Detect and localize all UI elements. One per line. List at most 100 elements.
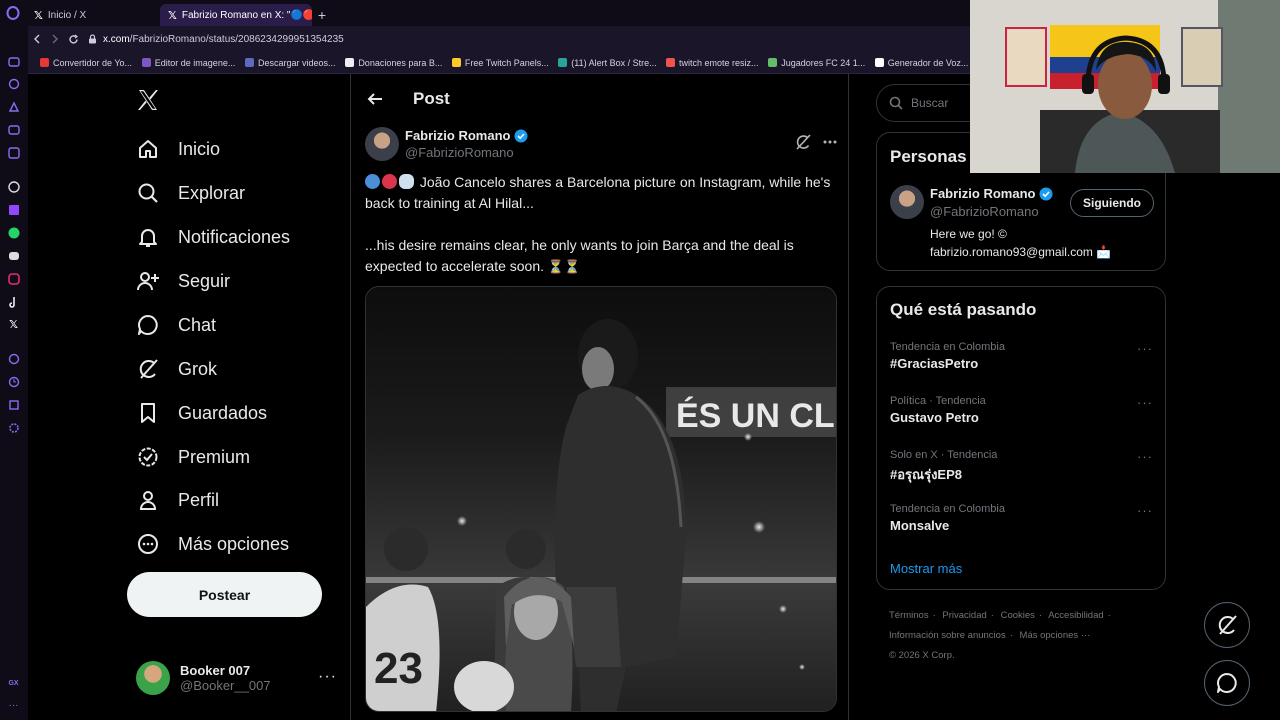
footer-link[interactable]: Cookies [1001, 610, 1035, 621]
red-circle-emoji-icon [382, 174, 397, 189]
nav-label: Más opciones [178, 533, 290, 554]
nav-item-notificaciones[interactable]: Notificaciones [136, 222, 290, 252]
x-logo-icon[interactable] [136, 88, 162, 114]
nav-item-grok[interactable]: Grok [136, 354, 217, 384]
footer-link[interactable]: Información sobre anuncios [889, 630, 1006, 641]
grok-floating-button[interactable] [1204, 602, 1250, 648]
post-header: Post [351, 74, 850, 124]
more-dots-icon[interactable]: ··· [1137, 503, 1153, 518]
post-author: Fabrizio Romano @FabrizioRomano [365, 124, 837, 164]
sidebar-x-icon[interactable]: 𝕏 [6, 317, 21, 332]
sidebar-history-icon[interactable] [6, 374, 21, 389]
bookmark-label: Donaciones para B... [358, 57, 443, 68]
sidebar-instagram-icon[interactable] [6, 271, 21, 286]
nav-item-seguir[interactable]: Seguir [136, 266, 230, 296]
bookmark-item[interactable]: Free Twitch Panels... [446, 58, 550, 68]
post-button[interactable]: Postear [127, 572, 322, 617]
opera-logo-icon[interactable] [0, 0, 26, 26]
sidebar-gx-icon[interactable]: GX [6, 676, 21, 691]
sidebar-whatsapp-icon[interactable] [6, 225, 21, 240]
bookmark-item[interactable]: Generador de Voz... [869, 58, 970, 68]
more-circle-icon [136, 532, 160, 556]
avatar[interactable] [890, 185, 924, 219]
nav-item-inicio[interactable]: Inicio [136, 134, 220, 164]
sidebar-tiktok-icon[interactable] [6, 294, 21, 309]
trend-item[interactable]: Tendencia en Colombia #GraciasPetro ··· [890, 341, 1155, 371]
suggested-bio: Here we go! © fabrizio.romano93@gmail.co… [930, 227, 1112, 259]
sidebar-wallet-icon[interactable] [6, 54, 21, 69]
forward-button[interactable] [46, 26, 64, 52]
more-dots-icon[interactable]: ··· [1137, 449, 1153, 464]
nav-item-guardados[interactable]: Guardados [136, 398, 267, 428]
url-host: x.com [103, 33, 130, 45]
trend-item[interactable]: Tendencia en Colombia Monsalve ··· [890, 503, 1155, 533]
bookmark-item[interactable]: Descargar videos... [239, 58, 337, 68]
trends-card: Qué está pasando Tendencia en Colombia #… [876, 286, 1166, 590]
account-handle: @Booker__007 [180, 678, 271, 693]
card-title: Personas r [890, 147, 978, 166]
bookmark-favicon-icon [666, 58, 676, 67]
following-button[interactable]: Siguiendo [1070, 189, 1154, 217]
nav-item-chat[interactable]: Chat [136, 310, 216, 340]
nav-label: Chat [178, 314, 217, 335]
nav-item-mas-opciones[interactable]: Más opciones [136, 529, 289, 559]
back-button[interactable] [28, 26, 46, 52]
x-favicon-icon: 𝕏 [34, 9, 43, 22]
bookmark-label: Editor de imagene... [154, 57, 236, 68]
chat-icon [136, 313, 160, 337]
bookmark-label: Convertidor de Yo... [53, 57, 133, 68]
address-bar: x.com/FabrizioRomano/status/208623429995… [28, 26, 970, 52]
nav-item-premium[interactable]: Premium [136, 442, 250, 472]
author-name-row[interactable]: Fabrizio Romano [405, 127, 528, 144]
url-field[interactable]: x.com/FabrizioRomano/status/208623429995… [88, 34, 344, 45]
reload-button[interactable] [64, 26, 82, 52]
bookmark-label: Generador de Voz... [887, 57, 969, 68]
sidebar-messenger-icon[interactable] [6, 145, 21, 160]
bookmark-item[interactable]: (11) Alert Box / Stre... [552, 58, 658, 68]
sidebar-chatgpt-icon[interactable] [6, 179, 21, 194]
nav-label: Premium [178, 446, 251, 467]
grok-icon[interactable] [795, 134, 811, 150]
bookmark-item[interactable]: Editor de imagene... [136, 58, 237, 68]
footer-link[interactable]: Términos [889, 610, 929, 621]
bookmark-item[interactable]: Donaciones para B... [339, 58, 444, 68]
sidebar-crypto-icon[interactable] [6, 99, 21, 114]
sidebar-extensions-icon[interactable] [6, 397, 21, 412]
back-arrow-icon[interactable] [363, 87, 387, 111]
bookmark-item[interactable]: Convertidor de Yo... [34, 58, 134, 68]
bookmark-item[interactable]: Jugadores FC 24 1... [762, 58, 867, 68]
sidebar-player-icon[interactable] [6, 122, 21, 137]
tab-inicio[interactable]: 𝕏 Inicio / X [26, 4, 156, 26]
trend-item[interactable]: Solo en X · Tendencia #อรุณรุ่งEP8 ··· [890, 449, 1155, 485]
sidebar-more-icon[interactable]: ··· [6, 698, 21, 713]
blue-circle-emoji-icon [365, 174, 380, 189]
sidebar-twitch-icon[interactable] [6, 202, 21, 217]
trend-item[interactable]: Política · Tendencia Gustavo Petro ··· [890, 395, 1155, 425]
account-switcher[interactable]: Booker 007 @Booker__007 ··· [136, 660, 336, 696]
bookmark-favicon-icon [451, 58, 461, 67]
sidebar-flow-icon[interactable] [6, 351, 21, 366]
more-dots-icon[interactable] [823, 140, 837, 144]
nav-label: Inicio [178, 138, 221, 159]
bookmark-label: Jugadores FC 24 1... [781, 57, 866, 68]
more-dots-icon[interactable]: ··· [318, 668, 337, 686]
author-handle[interactable]: @FabrizioRomano [405, 144, 528, 161]
sidebar-aria-icon[interactable] [6, 76, 21, 91]
sidebar-settings-icon[interactable] [6, 420, 21, 435]
tab-fabrizio-post[interactable]: 𝕏 Fabrizio Romano en X: "🔵🔴 [160, 4, 312, 26]
show-more-link[interactable]: Mostrar más [890, 561, 962, 576]
nav-item-perfil[interactable]: Perfil [136, 485, 219, 515]
more-dots-icon[interactable]: ··· [1137, 341, 1153, 356]
nav-item-explorar[interactable]: Explorar [136, 178, 245, 208]
avatar[interactable] [365, 127, 399, 161]
post-image[interactable]: ÉS UN CL 23 [365, 286, 837, 712]
messages-floating-button[interactable] [1204, 660, 1250, 706]
footer-link[interactable]: Privacidad [942, 610, 986, 621]
footer-link[interactable]: Accesibilidad [1048, 610, 1103, 621]
footer-link[interactable]: Más opciones ··· [1020, 630, 1091, 641]
footer-separator: · [1009, 630, 1013, 641]
new-tab-button[interactable]: + [312, 4, 332, 26]
more-dots-icon[interactable]: ··· [1137, 395, 1153, 410]
bookmark-item[interactable]: twitch emote resiz... [660, 58, 760, 68]
sidebar-discord-icon[interactable] [6, 248, 21, 263]
